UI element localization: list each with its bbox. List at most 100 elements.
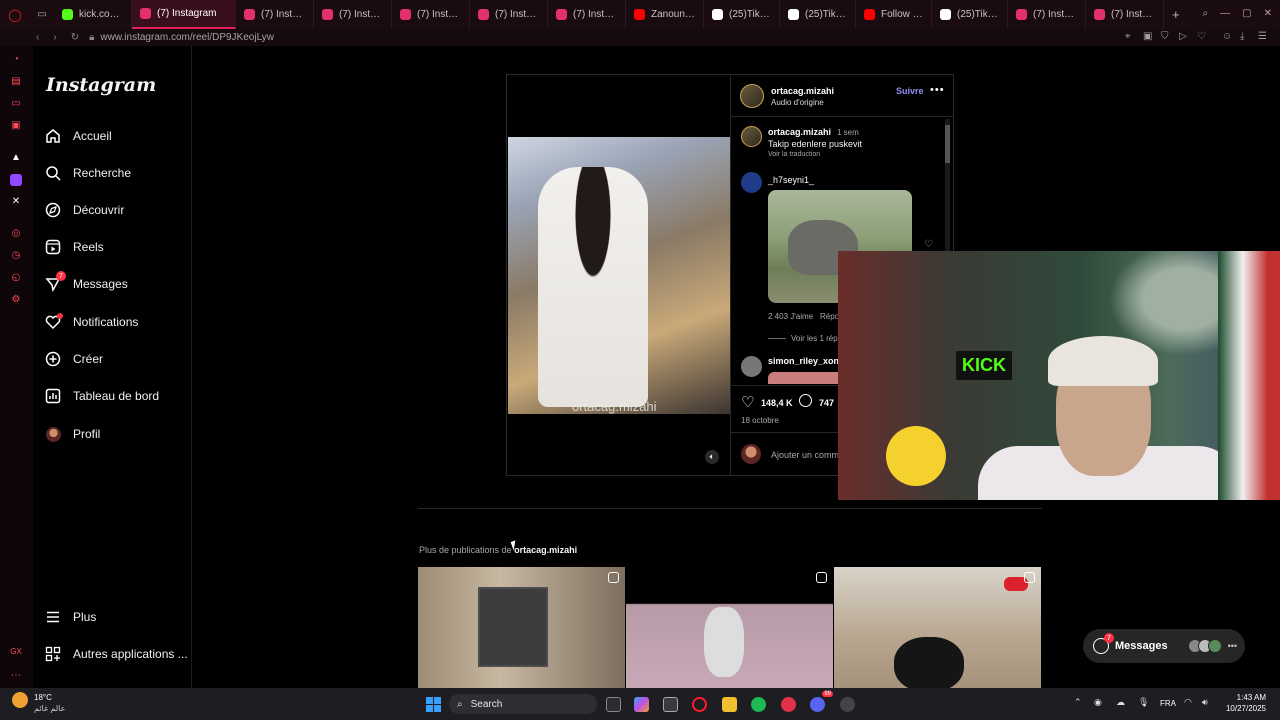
more-sidebar-icon[interactable]: ⋯ bbox=[10, 670, 22, 682]
reply-link[interactable]: Répo bbox=[820, 312, 839, 321]
author-username[interactable]: ortacag.mizahi bbox=[771, 86, 834, 96]
search-tabs-icon[interactable]: ⌕ bbox=[1203, 8, 1209, 19]
nav-autres-applications[interactable]: Autres applications ... bbox=[45, 646, 188, 662]
browser-tab[interactable]: (25)TikTok bbox=[780, 0, 856, 29]
reel-video[interactable]: ortacag.mizahi 🔈︎ bbox=[507, 75, 730, 475]
grid-post-3[interactable] bbox=[834, 567, 1041, 688]
heart-outline-icon[interactable]: ♡ bbox=[1197, 31, 1206, 42]
news-icon[interactable]: ▣ bbox=[10, 120, 22, 132]
profile-icon[interactable]: ☺ bbox=[1222, 31, 1232, 42]
reload-icon[interactable]: ↻ bbox=[71, 32, 79, 43]
caption-avatar[interactable] bbox=[741, 126, 762, 147]
mute-button[interactable]: 🔈︎ bbox=[705, 450, 719, 464]
audio-label[interactable]: Audio d'origine bbox=[771, 98, 824, 107]
opera-logo-icon[interactable]: ◯ bbox=[0, 0, 30, 29]
shield-icon[interactable]: ⛉ bbox=[1161, 31, 1169, 42]
messages-pill[interactable]: 7 Messages ••• bbox=[1083, 629, 1245, 663]
add-comment-input[interactable]: Ajouter un comm bbox=[771, 450, 839, 460]
crypto-wallet-icon[interactable]: ▤ bbox=[10, 76, 22, 88]
taskbar-search[interactable]: ⌕ Search bbox=[449, 694, 597, 714]
browser-tab[interactable]: (7) Instagram bbox=[132, 0, 236, 29]
commenter-avatar[interactable] bbox=[741, 172, 762, 193]
clock-date[interactable]: 10/27/2025 bbox=[1216, 704, 1266, 713]
x-icon[interactable]: ✕ bbox=[10, 196, 22, 208]
volume-icon[interactable]: 🔊︎ bbox=[1202, 697, 1208, 708]
pin-icon[interactable]: ⌖ bbox=[1125, 31, 1131, 42]
player-sidebar-icon[interactable]: ◎ bbox=[10, 228, 22, 240]
new-tab-button[interactable]: + bbox=[1172, 7, 1180, 22]
tab-menu-icon[interactable]: ▭ bbox=[30, 9, 54, 20]
app-icon[interactable] bbox=[781, 697, 796, 712]
grid-post-2[interactable] bbox=[626, 567, 833, 688]
file-explorer-icon[interactable] bbox=[722, 697, 737, 712]
instagram-logo[interactable]: Instagram bbox=[46, 74, 156, 96]
browser-tab[interactable]: (7) Instagra bbox=[392, 0, 470, 29]
back-icon[interactable]: ‹ bbox=[36, 32, 39, 43]
clock-time[interactable]: 1:43 AM bbox=[1226, 693, 1266, 702]
nav-creer[interactable]: Créer bbox=[45, 351, 103, 367]
windows-start-icon[interactable] bbox=[426, 697, 441, 712]
nav-tableau-de-bord[interactable]: Tableau de bord bbox=[45, 388, 159, 404]
nav-decouvrir[interactable]: Découvrir bbox=[45, 202, 124, 218]
browser-tab[interactable]: (7) Instagra bbox=[314, 0, 392, 29]
browser-tab[interactable]: (7) Instagra bbox=[548, 0, 626, 29]
nav-recherche[interactable]: Recherche bbox=[45, 165, 131, 181]
nav-notifications[interactable]: Notifications bbox=[45, 313, 138, 330]
nav-accueil[interactable]: Accueil bbox=[45, 128, 112, 144]
wifi-icon[interactable]: ◠ bbox=[1184, 697, 1192, 708]
weather-temp[interactable]: 18°C bbox=[34, 693, 52, 702]
see-translation-link[interactable]: Voir la traduction bbox=[768, 151, 820, 158]
browser-tab[interactable]: Zanouni X n bbox=[626, 0, 704, 29]
comments-count[interactable]: 747 bbox=[819, 398, 834, 408]
nav-reels[interactable]: Reels bbox=[45, 239, 104, 255]
twitch-icon[interactable] bbox=[10, 174, 22, 186]
spotify-icon[interactable] bbox=[751, 697, 766, 712]
more-options-icon[interactable]: ••• bbox=[930, 84, 945, 96]
onedrive-icon[interactable]: ☁ bbox=[1116, 697, 1125, 708]
caption-username[interactable]: ortacag.mizahi bbox=[768, 127, 831, 137]
browser-tab[interactable]: (7) Instagra bbox=[470, 0, 548, 29]
more-posts-username[interactable]: ortacag.mizahi bbox=[514, 545, 577, 555]
comment-like-icon[interactable]: ♡ bbox=[924, 239, 933, 250]
author-avatar[interactable] bbox=[740, 84, 764, 108]
comment2-media[interactable] bbox=[768, 372, 844, 384]
history-icon[interactable]: ◷ bbox=[10, 250, 22, 262]
browser-tab[interactable]: (7) Instagra bbox=[1086, 0, 1164, 29]
download-icon[interactable]: ⤓ bbox=[1240, 31, 1244, 42]
copilot-icon[interactable] bbox=[634, 697, 649, 712]
task-view-icon[interactable] bbox=[606, 697, 621, 712]
like-icon[interactable]: ♡ bbox=[741, 393, 754, 411]
snapshot-icon[interactable]: ▣ bbox=[1143, 31, 1152, 42]
view-replies-link[interactable]: Voir les 1 répo bbox=[791, 334, 842, 343]
player-icon[interactable]: ▷ bbox=[1179, 31, 1187, 42]
store-icon[interactable] bbox=[663, 697, 678, 712]
browser-tab[interactable]: (7) Instagra bbox=[236, 0, 314, 29]
comment-icon[interactable] bbox=[799, 394, 812, 407]
messenger-sidebar-icon[interactable]: ▭ bbox=[10, 98, 22, 110]
weather-icon[interactable] bbox=[12, 692, 28, 708]
browser-tab[interactable]: (25)TikTok bbox=[704, 0, 780, 29]
follow-button[interactable]: Suivre bbox=[896, 86, 924, 96]
grid-post-1[interactable] bbox=[418, 567, 625, 688]
forward-icon[interactable]: › bbox=[53, 32, 56, 43]
discord-icon[interactable]: 99 bbox=[810, 691, 833, 712]
nav-messages[interactable]: 7 Messages bbox=[45, 271, 128, 292]
nav-profil[interactable]: Profil bbox=[45, 426, 100, 442]
tray-overflow-icon[interactable]: ⌃ bbox=[1074, 697, 1082, 708]
browser-tab[interactable]: Follow the n bbox=[856, 0, 932, 29]
commenter2-avatar[interactable] bbox=[741, 356, 762, 377]
settings-icon[interactable]: ⚙ bbox=[10, 294, 22, 306]
microphone-icon[interactable]: 🎙︎ bbox=[1138, 697, 1149, 708]
aria-icon[interactable]: ◔ bbox=[10, 54, 22, 66]
url-field[interactable]: www.instagram.com/reel/DP9JKeojLyw bbox=[100, 32, 274, 43]
app2-icon[interactable] bbox=[840, 697, 855, 712]
browser-tab[interactable]: (7) Instagra bbox=[1008, 0, 1086, 29]
browser-tab[interactable]: kick.com/po bbox=[54, 0, 132, 29]
likes-count[interactable]: 148,4 K bbox=[761, 398, 793, 408]
comment2-username[interactable]: simon_riley_xone bbox=[768, 356, 844, 366]
easy-setup-icon[interactable]: ☰ bbox=[1258, 31, 1267, 42]
language-indicator[interactable]: FRA bbox=[1160, 699, 1176, 708]
gx-icon[interactable]: GX bbox=[10, 646, 22, 658]
browser-tab[interactable]: (25)TikTok bbox=[932, 0, 1008, 29]
tray-icon[interactable]: ◉ bbox=[1094, 697, 1102, 708]
